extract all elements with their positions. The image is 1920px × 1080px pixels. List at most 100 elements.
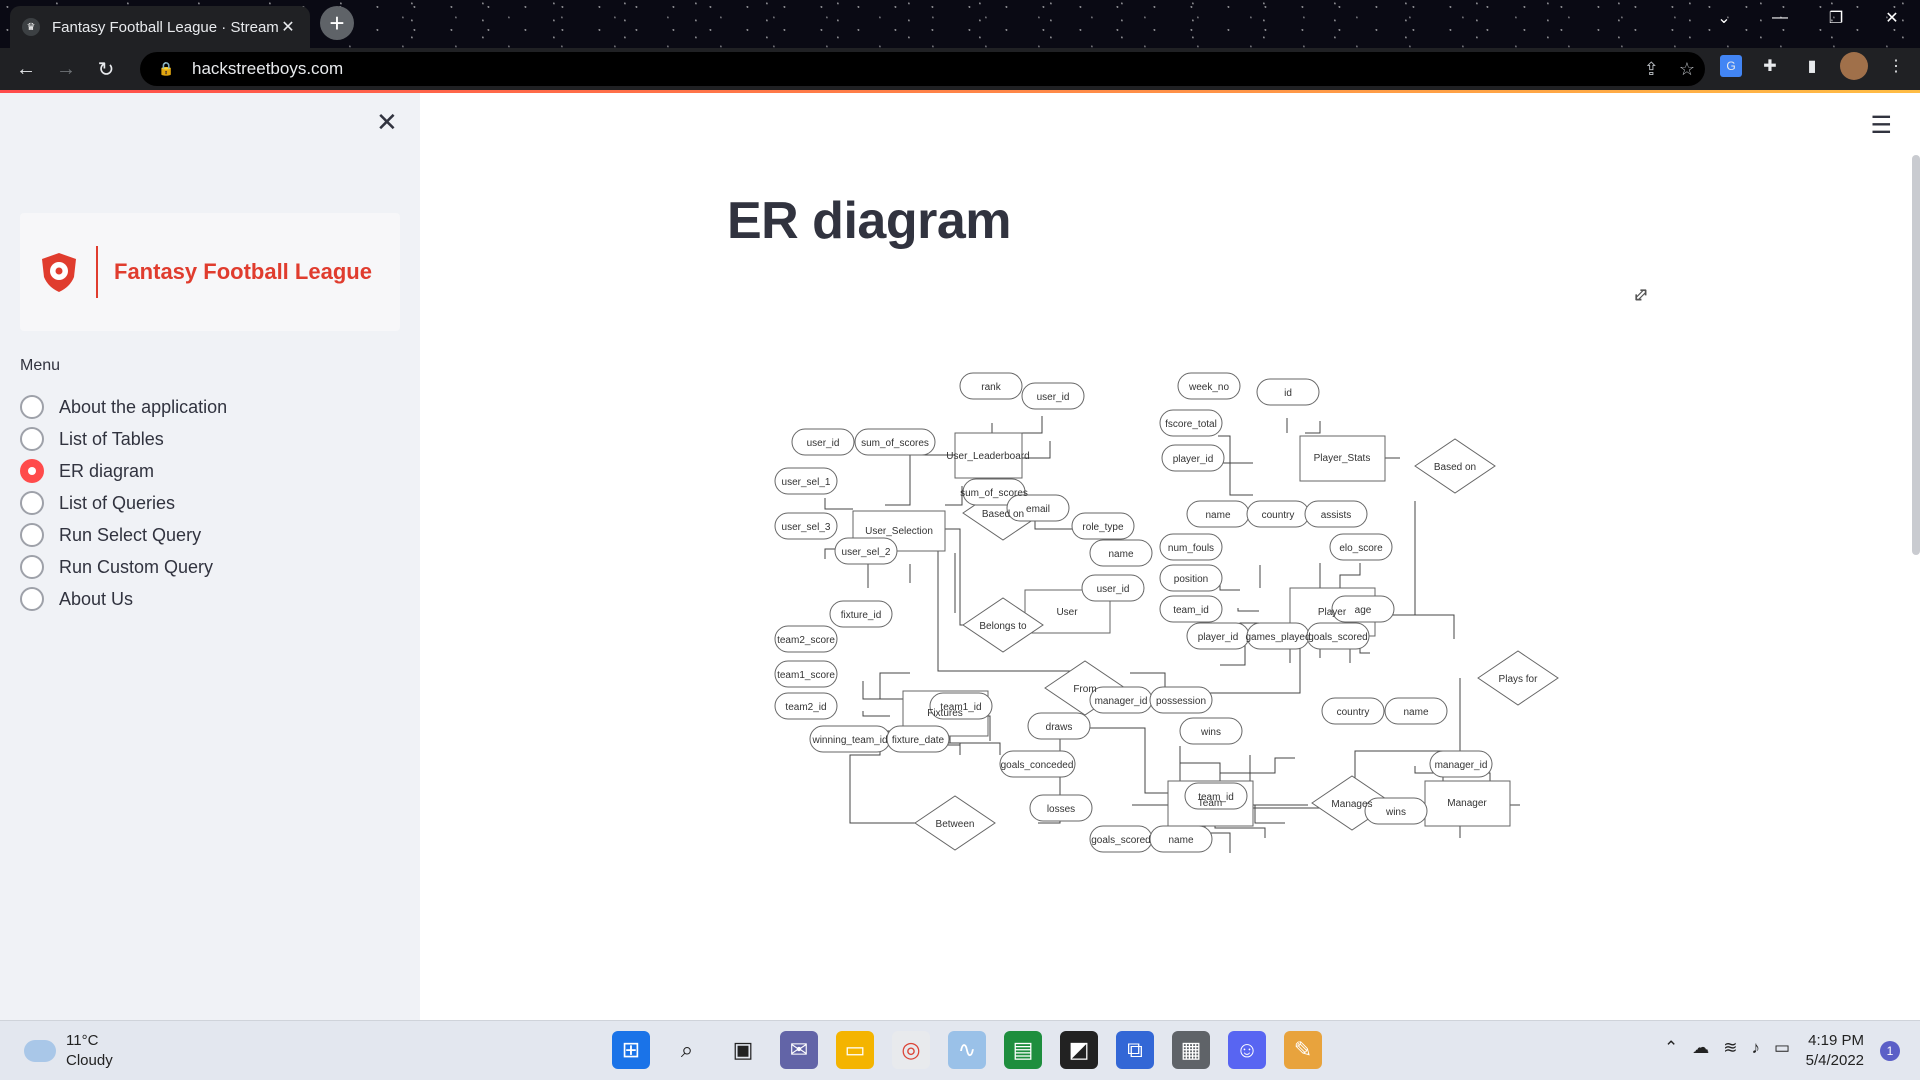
menu-option-label: About the application (59, 396, 228, 417)
svg-text:week_no: week_no (1188, 382, 1229, 393)
menu-option-label: ER diagram (59, 460, 155, 481)
svg-text:name: name (1205, 510, 1230, 521)
radio-circle-icon[interactable] (20, 427, 44, 451)
sticky-notes-icon[interactable]: ◩ (1060, 1031, 1098, 1069)
task-manager-icon[interactable]: ▦ (1172, 1031, 1210, 1069)
menu-option-er-diagram[interactable]: ER diagram (20, 455, 227, 487)
network-app-icon[interactable]: ⧉ (1116, 1031, 1154, 1069)
windows-start-icon[interactable]: ⊞ (612, 1031, 650, 1069)
radio-circle-icon[interactable] (20, 523, 44, 547)
notification-badge[interactable]: 1 (1880, 1041, 1900, 1061)
wifi-icon[interactable]: ≋ (1723, 1038, 1737, 1058)
tab-close-icon[interactable]: ✕ (278, 17, 298, 37)
menu-option-list-of-tables[interactable]: List of Tables (20, 423, 227, 455)
svg-text:Player_Stats: Player_Stats (1314, 453, 1371, 464)
teams-chat-icon[interactable]: ✉ (780, 1031, 818, 1069)
onedrive-cloud-icon[interactable]: ☁ (1692, 1038, 1709, 1058)
spreadsheet-icon[interactable]: ▤ (1004, 1031, 1042, 1069)
svg-text:assists: assists (1321, 510, 1352, 521)
chrome-icon[interactable]: ◎ (892, 1031, 930, 1069)
profile-avatar[interactable] (1840, 52, 1868, 80)
battery-icon[interactable]: ▭ (1774, 1038, 1790, 1058)
radio-circle-icon[interactable] (20, 587, 44, 611)
translate-icon[interactable]: G (1720, 55, 1742, 77)
close-window-icon[interactable]: ✕ (1864, 0, 1920, 36)
svg-text:num_fouls: num_fouls (1168, 543, 1214, 554)
chevron-up-icon[interactable]: ⌃ (1664, 1038, 1678, 1058)
menu-option-label: Run Custom Query (59, 556, 214, 577)
side-panel-icon[interactable]: ▮ (1798, 52, 1826, 80)
svg-text:winning_team_id: winning_team_id (811, 735, 887, 746)
svg-text:Belongs to: Belongs to (979, 621, 1027, 632)
share-icon[interactable]: ⇪ (1644, 59, 1659, 80)
svg-text:fixture_id: fixture_id (841, 610, 882, 621)
page-title: ER diagram (727, 192, 1011, 250)
menu-option-about-application[interactable]: About the application (20, 391, 227, 423)
svg-text:user_id: user_id (1037, 392, 1070, 403)
radio-circle-icon[interactable] (20, 555, 44, 579)
weather-condition: Cloudy (66, 1052, 113, 1069)
radio-circle-icon[interactable] (20, 491, 44, 515)
svg-text:Between: Between (936, 819, 975, 830)
restore-icon[interactable]: ❐ (1808, 0, 1864, 36)
svg-text:position: position (1174, 574, 1208, 585)
forward-icon[interactable]: → (46, 49, 86, 89)
menu-option-label: List of Queries (59, 492, 176, 513)
menu-option-run-custom-query[interactable]: Run Custom Query (20, 551, 227, 583)
menu-option-about-us[interactable]: About Us (20, 583, 227, 615)
radio-circle-icon[interactable] (20, 395, 44, 419)
svg-text:goals_conceded: goals_conceded (1001, 760, 1074, 771)
logo-text: Fantasy Football League (114, 259, 372, 284)
app-logo: Fantasy Football League (20, 213, 400, 331)
svg-text:user_sel_1: user_sel_1 (782, 477, 831, 488)
svg-text:age: age (1355, 605, 1372, 616)
minimize-icon[interactable]: — (1752, 0, 1808, 36)
svg-text:name: name (1403, 707, 1428, 718)
task-view-icon[interactable]: ▣ (724, 1031, 762, 1069)
svg-text:player_id: player_id (1173, 454, 1214, 465)
toolbar-extensions: G ✚ ▮ ⋮ (1720, 52, 1910, 80)
svg-text:team1_score: team1_score (777, 670, 835, 681)
svg-text:user_id: user_id (807, 438, 840, 449)
svg-text:goals_scored: goals_scored (1308, 632, 1367, 643)
close-sidebar-icon[interactable]: ✕ (376, 107, 398, 138)
svg-text:team2_id: team2_id (785, 702, 826, 713)
back-icon[interactable]: ← (6, 49, 46, 89)
svg-text:games_played: games_played (1245, 632, 1310, 643)
menu-option-list-of-queries[interactable]: List of Queries (20, 487, 227, 519)
tab-search-icon[interactable]: ⌄ (1696, 0, 1752, 36)
menu-option-label: About Us (59, 588, 134, 609)
svg-text:wins: wins (1385, 807, 1406, 818)
file-explorer-icon[interactable]: ▭ (836, 1031, 874, 1069)
clock[interactable]: 4:19 PM 5/4/2022 (1806, 1031, 1864, 1071)
lock-icon[interactable]: 🔒 (158, 61, 178, 77)
weather-widget[interactable]: 11°C Cloudy (24, 1031, 113, 1071)
fullscreen-expand-icon[interactable]: ⇕ (1626, 281, 1656, 311)
menu-option-label: List of Tables (59, 428, 164, 449)
logo-divider (96, 246, 98, 298)
discord-icon[interactable]: ☺ (1228, 1031, 1266, 1069)
menu-radio-group: About the application List of Tables ER … (20, 391, 227, 615)
extensions-puzzle-icon[interactable]: ✚ (1756, 52, 1784, 80)
svg-text:Manages: Manages (1331, 799, 1372, 810)
new-tab-button[interactable]: + (320, 6, 354, 40)
reload-icon[interactable]: ↻ (86, 49, 126, 89)
volume-icon[interactable]: ♪ (1751, 1038, 1760, 1058)
streamlit-favicon-icon: ♛ (22, 18, 40, 36)
menu-option-run-select-query[interactable]: Run Select Query (20, 519, 227, 551)
stocks-app-icon[interactable]: ∿ (948, 1031, 986, 1069)
svg-text:rank: rank (981, 382, 1001, 393)
sidebar: ✕ Fantasy Football League Menu About the… (0, 93, 420, 1020)
browser-menu-icon[interactable]: ⋮ (1882, 52, 1910, 80)
radio-selected-icon[interactable] (20, 459, 44, 483)
search-icon[interactable]: ⌕ (668, 1031, 706, 1069)
paint-icon[interactable]: ✎ (1284, 1031, 1322, 1069)
address-bar[interactable]: 🔒 hackstreetboys.com ⇪ ☆ (140, 52, 1705, 86)
svg-text:Player: Player (1318, 607, 1347, 618)
browser-tab[interactable]: ♛ Fantasy Football League · Stream ✕ (10, 6, 310, 48)
hamburger-menu-icon[interactable]: ☰ (1870, 111, 1892, 140)
svg-text:goals_scored: goals_scored (1091, 835, 1150, 846)
scrollbar[interactable] (1912, 155, 1920, 555)
url-text: hackstreetboys.com (192, 59, 344, 78)
bookmark-star-icon[interactable]: ☆ (1679, 59, 1695, 80)
